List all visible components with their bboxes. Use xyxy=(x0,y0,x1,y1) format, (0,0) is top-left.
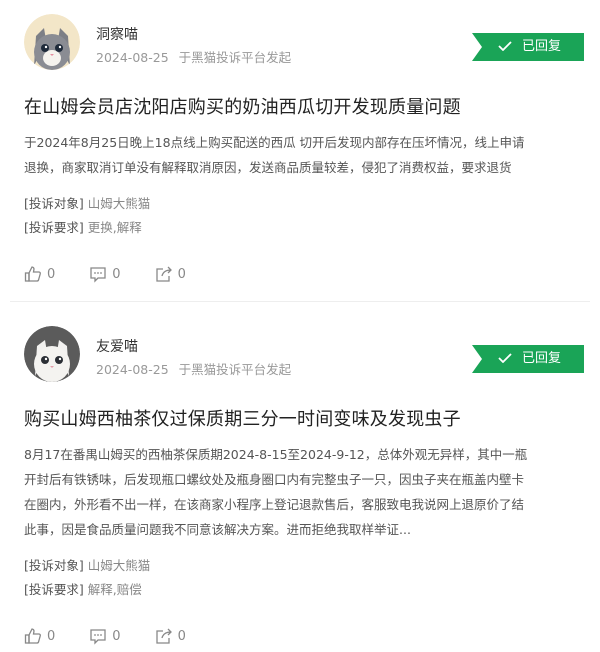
thumbs-up-icon xyxy=(24,628,41,644)
content-line: 在圈内，外形看不出一样，在该商家小程序上登记退款售后，客服致电我说网上退原价了结 xyxy=(24,497,525,512)
post-date: 2024-08-25 xyxy=(96,50,169,65)
share-count: 0 xyxy=(177,266,186,282)
thumbs-up-icon xyxy=(24,266,41,282)
complaint-target: [投诉对象] 山姆大熊猫 xyxy=(24,554,584,578)
status-badge: 已回复 xyxy=(472,345,584,373)
complaint-content: 8月17在番禺山姆买的西柚茶保质期2024-8-15至2024-9-12，总体外… xyxy=(24,442,584,542)
like-count: 0 xyxy=(47,266,56,282)
white-cat-avatar-icon xyxy=(24,326,80,382)
field-value: 更换,解释 xyxy=(87,220,142,235)
field-value: 解释,赔偿 xyxy=(87,582,142,597)
like-button[interactable]: 0 xyxy=(24,265,55,283)
complaint-title[interactable]: 购买山姆西柚茶仅过保质期三分一时间变味及发现虫子 xyxy=(24,408,584,432)
complaint-card[interactable]: 洞察喵 2024-08-25 于黑猫投诉平台发起 已回复 在山姆会员店沈阳店购买… xyxy=(10,0,590,302)
complaint-fields: [投诉对象] 山姆大熊猫 [投诉要求] 更换,解释 xyxy=(24,192,584,240)
comment-count: 0 xyxy=(112,266,121,282)
field-key: [投诉对象] xyxy=(24,558,84,573)
share-button[interactable]: 0 xyxy=(155,627,186,645)
comment-icon xyxy=(90,267,106,283)
post-meta: 2024-08-25 于黑猫投诉平台发起 xyxy=(96,362,291,378)
status-label: 已回复 xyxy=(522,39,562,54)
username[interactable]: 友爱喵 xyxy=(96,338,291,356)
content-line: 8月17在番禺山姆买的西柚茶保质期2024-8-15至2024-9-12，总体外… xyxy=(24,447,528,462)
username[interactable]: 洞察喵 xyxy=(96,26,291,44)
comment-button[interactable]: 0 xyxy=(89,627,121,645)
content-line: 开封后有铁锈味，后发现瓶口螺纹处及瓶身圈口内有完整虫子一只，因虫子夹在瓶盖内壁卡 xyxy=(24,472,525,487)
post-source: 于黑猫投诉平台发起 xyxy=(178,362,292,377)
avatar[interactable] xyxy=(24,14,80,70)
user-info: 洞察喵 2024-08-25 于黑猫投诉平台发起 xyxy=(96,26,291,66)
complaint-content: 于2024年8月25日晚上18点线上购买配送的西瓜 切开后发现内部存在压坏情况，… xyxy=(24,130,584,180)
like-button[interactable]: 0 xyxy=(24,627,55,645)
post-header: 友爱喵 2024-08-25 于黑猫投诉平台发起 已回复 xyxy=(24,302,584,386)
field-key: [投诉要求] xyxy=(24,582,84,597)
complaint-target: [投诉对象] 山姆大熊猫 xyxy=(24,192,584,216)
comment-button[interactable]: 0 xyxy=(89,265,121,283)
content-line: 此事，因是食品质量问题我不同意该解决方案。进而拒绝我取样举证... xyxy=(24,522,411,537)
comment-icon xyxy=(90,629,106,645)
comment-count: 0 xyxy=(112,628,121,644)
like-count: 0 xyxy=(47,628,56,644)
action-bar: 0 0 0 xyxy=(24,262,584,286)
check-icon xyxy=(498,353,512,363)
post-source: 于黑猫投诉平台发起 xyxy=(178,50,292,65)
post-date: 2024-08-25 xyxy=(96,362,169,377)
content-line: 于2024年8月25日晚上18点线上购买配送的西瓜 切开后发现内部存在压坏情况，… xyxy=(24,135,525,150)
share-icon xyxy=(155,628,172,644)
check-icon xyxy=(498,41,512,51)
field-key: [投诉对象] xyxy=(24,196,84,211)
post-header: 洞察喵 2024-08-25 于黑猫投诉平台发起 已回复 xyxy=(24,0,584,74)
field-key: [投诉要求] xyxy=(24,220,84,235)
gray-cat-avatar-icon xyxy=(24,14,80,70)
share-button[interactable]: 0 xyxy=(155,265,186,283)
avatar[interactable] xyxy=(24,326,80,382)
share-icon xyxy=(155,266,172,282)
field-value[interactable]: 山姆大熊猫 xyxy=(88,558,151,573)
complaint-request: [投诉要求] 解释,赔偿 xyxy=(24,578,584,602)
content-line: 退换，商家取消订单没有解释取消原因，发送商品质量较差，侵犯了消费权益，要求退货 xyxy=(24,160,512,175)
status-label: 已回复 xyxy=(522,351,562,366)
post-meta: 2024-08-25 于黑猫投诉平台发起 xyxy=(96,50,291,66)
field-value[interactable]: 山姆大熊猫 xyxy=(88,196,151,211)
share-count: 0 xyxy=(177,628,186,644)
complaint-card[interactable]: 友爱喵 2024-08-25 于黑猫投诉平台发起 已回复 购买山姆西柚茶仅过保质… xyxy=(10,302,590,652)
complaint-request: [投诉要求] 更换,解释 xyxy=(24,216,584,240)
complaint-title[interactable]: 在山姆会员店沈阳店购买的奶油西瓜切开发现质量问题 xyxy=(24,96,584,120)
status-badge: 已回复 xyxy=(472,33,584,61)
user-info: 友爱喵 2024-08-25 于黑猫投诉平台发起 xyxy=(96,338,291,378)
complaint-fields: [投诉对象] 山姆大熊猫 [投诉要求] 解释,赔偿 xyxy=(24,554,584,602)
action-bar: 0 0 0 xyxy=(24,624,584,648)
